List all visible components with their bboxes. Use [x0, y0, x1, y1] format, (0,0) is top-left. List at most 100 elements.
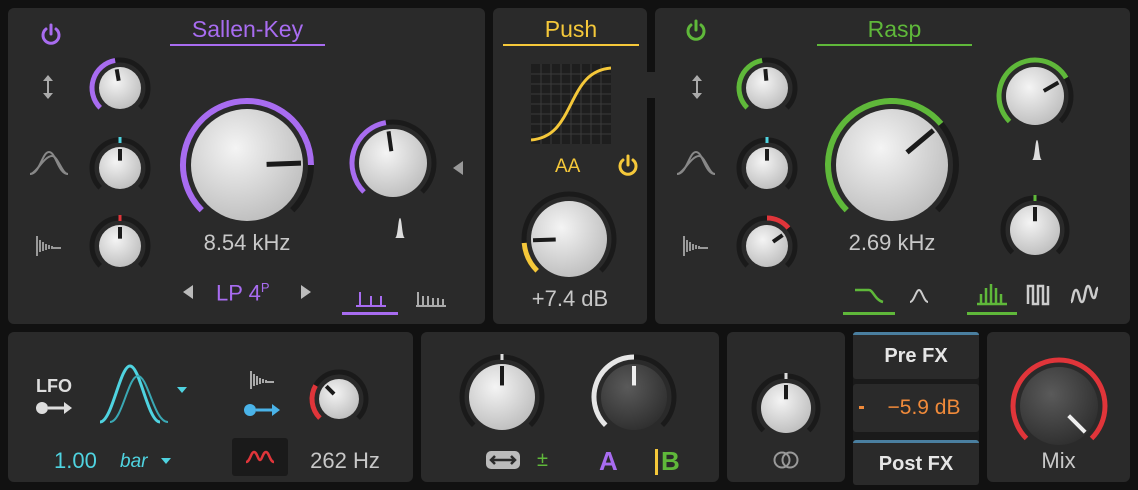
ab-blend-knob[interactable]	[457, 352, 547, 442]
ab-morph-knob[interactable]	[589, 352, 679, 442]
modulation-arrow-icon[interactable]	[242, 400, 284, 420]
filter2-knob-2[interactable]	[735, 136, 799, 200]
filter2-panel: Rasp 2.69 kHz	[655, 8, 1130, 324]
filter2-cutoff-knob[interactable]	[823, 96, 961, 234]
aa-label[interactable]: AA	[555, 156, 580, 178]
filter2-cutoff-knob-graphic	[825, 98, 959, 221]
pre-fx-label: Pre FX	[884, 345, 948, 367]
plus-minus-label[interactable]: ±	[537, 449, 548, 472]
dropdown-arrow-icon[interactable]	[176, 386, 188, 394]
panel-connector	[645, 72, 657, 98]
resonance-peak-icon	[1025, 140, 1049, 160]
filter1-knob-1-graphic	[89, 57, 151, 110]
filter2-knob-1-graphic	[736, 57, 798, 110]
stereo-panel	[727, 332, 845, 482]
modulator-panel: LFO 1.00 bar 262 Hz	[8, 332, 413, 482]
mix-panel: Mix	[987, 332, 1130, 482]
filter1-title-underline	[170, 44, 325, 46]
filter2-resonance-knob[interactable]	[995, 56, 1075, 136]
drive-gain-knob-graphic	[521, 191, 617, 277]
filter2-resonance-knob-graphic	[996, 57, 1074, 125]
filter-slope-single-icon[interactable]	[354, 286, 388, 308]
filter2-knob-4-graphic	[1000, 195, 1070, 255]
envelope-shape-icon	[245, 450, 275, 464]
bandpass-shape-icon	[29, 150, 69, 175]
decay-noise-icon	[36, 236, 61, 256]
drive-title[interactable]: Push	[503, 16, 639, 43]
filter-type-selected-underline	[342, 312, 398, 315]
a-label[interactable]: A	[599, 446, 618, 477]
post-fx-button[interactable]: Post FX	[853, 440, 979, 485]
ab-panel: ± A B	[421, 332, 719, 482]
filter2-title[interactable]: Rasp	[817, 16, 972, 43]
filter2-knob-1[interactable]	[735, 56, 799, 120]
dropdown-arrow-icon[interactable]	[160, 457, 172, 465]
modulator-frequency: 262 Hz	[310, 448, 380, 473]
filter1-knob-2[interactable]	[88, 136, 152, 200]
lfo-rate[interactable]: 1.00	[54, 448, 97, 474]
stereo-rings-icon[interactable]	[771, 450, 801, 470]
sine-wave-icon[interactable]	[1069, 280, 1099, 308]
b-label[interactable]: B	[661, 446, 680, 477]
filter1-mode-label: LP 4	[216, 280, 261, 306]
level-meter-tick	[859, 406, 864, 409]
power-icon[interactable]	[683, 18, 709, 44]
output-level: −5.9 dB	[887, 396, 961, 419]
filter2-knob-3-graphic	[736, 215, 798, 268]
triangle-left-icon	[453, 161, 463, 175]
output-panel: Pre FX −5.9 dB Post FX	[853, 332, 979, 485]
filter1-cutoff-knob[interactable]	[178, 96, 316, 234]
pre-fx-button[interactable]: Pre FX	[853, 332, 979, 379]
square-wave-icon[interactable]	[1025, 280, 1051, 308]
triangle-right-icon[interactable]	[300, 284, 312, 300]
filter2-knob-3[interactable]	[735, 214, 799, 278]
filter2-mode-selected-underline	[967, 312, 1017, 315]
filter2-knob-2-graphic	[736, 137, 798, 190]
filter1-title[interactable]: Sallen-Key	[170, 16, 325, 43]
lowpass-icon[interactable]	[853, 284, 885, 306]
power-icon[interactable]	[615, 153, 641, 179]
modulation-arrow-icon[interactable]	[34, 398, 76, 418]
lfo-waveform-display[interactable]	[98, 362, 170, 426]
filter1-mode[interactable]: LP 4P	[216, 280, 270, 306]
stereo-knob[interactable]	[750, 372, 822, 444]
filter2-type-selected-underline	[843, 312, 895, 315]
filter2-frequency: 2.69 kHz	[848, 230, 936, 255]
modulator-frequency-knob[interactable]	[308, 368, 370, 430]
envelope-shape-button[interactable]	[232, 438, 288, 476]
filter1-mode-superscript: P	[260, 280, 270, 295]
ab-blend-knob-graphic	[459, 354, 545, 430]
drive-gain-knob[interactable]	[520, 190, 618, 288]
mix-knob[interactable]	[1009, 356, 1109, 456]
bandpass-icon[interactable]	[907, 284, 931, 306]
resonance-peak-icon	[388, 218, 412, 238]
filter1-knob-1[interactable]	[88, 56, 152, 120]
stereo-knob-graphic	[751, 373, 821, 433]
bandpass-shape-icon	[676, 150, 716, 175]
output-level-display[interactable]: −5.9 dB	[853, 384, 979, 432]
updown-arrow-icon	[692, 75, 702, 99]
filter1-knob-2-graphic	[89, 137, 151, 190]
filter2-title-underline	[817, 44, 972, 46]
lfo-unit[interactable]: bar	[120, 451, 147, 473]
filter-slope-multi-icon[interactable]	[414, 286, 448, 308]
filter1-knob-3-graphic	[89, 215, 151, 268]
saturation-curve-graph	[531, 64, 611, 144]
filter1-frequency: 8.54 kHz	[203, 230, 291, 255]
filter1-knob-3[interactable]	[88, 214, 152, 278]
filter2-knob-4[interactable]	[999, 194, 1071, 266]
mix-label: Mix	[1041, 448, 1076, 473]
stereo-width-icon[interactable]	[485, 450, 521, 470]
filter1-resonance-knob-graphic	[349, 119, 437, 197]
updown-arrow-icon	[43, 75, 53, 99]
decay-noise-icon	[250, 371, 274, 389]
filter1-resonance-knob[interactable]	[348, 118, 438, 208]
mix-knob-graphic	[1010, 357, 1108, 445]
triangle-left-icon[interactable]	[182, 284, 194, 300]
modulator-frequency-knob-graphic	[309, 369, 369, 420]
comb-spectrum-icon[interactable]	[975, 280, 1009, 308]
filter1-cutoff-knob-graphic	[180, 98, 314, 221]
b-indicator-bar	[655, 449, 658, 475]
power-icon[interactable]	[38, 22, 64, 48]
drive-gain: +7.4 dB	[531, 286, 609, 311]
